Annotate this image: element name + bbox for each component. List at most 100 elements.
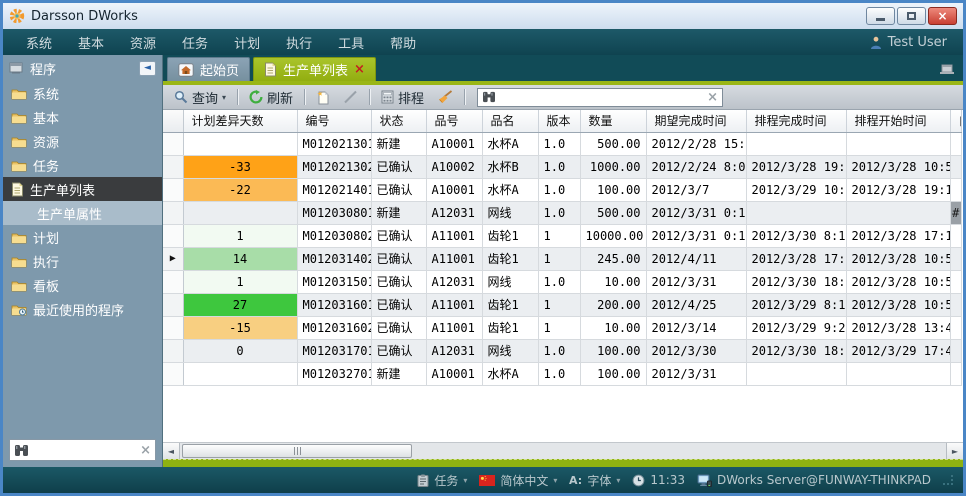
sidebar-item[interactable]: 生产单列表 [3,177,162,201]
menu-item[interactable]: 基本 [65,33,117,52]
menu-item[interactable]: 系统 [13,33,65,52]
tab-inactive[interactable]: 起始页 [167,57,250,81]
plan-diff-cell: -15 [183,316,297,339]
table-row[interactable]: ▶14M012031402已确认A11001齿轮11245.002012/4/1… [163,247,962,270]
column-header[interactable]: 状态 [371,110,426,132]
toolbar-search-input[interactable] [500,90,703,104]
table-cell: 2012/3/28 10:52 [846,270,950,293]
status-item[interactable]: 11:33 [632,473,685,487]
table-row[interactable]: -33M012021302已确认A10002水杯B1.01000.002012/… [163,155,962,178]
toolbar-separator [304,89,305,105]
toolbar-separator [464,89,465,105]
column-header[interactable]: 编号 [297,110,371,132]
table-cell: M012030802 [297,224,371,247]
column-header[interactable]: 数量 [580,110,646,132]
binoculars-icon [14,444,29,457]
new-record-button[interactable] [311,87,335,108]
sidebar-search-clear-icon[interactable]: × [140,443,151,458]
tab-active[interactable]: 生产单列表× [253,57,376,81]
document-icon [11,182,24,197]
table-cell: 2012/3/28 13:40 [846,316,950,339]
table-cell [846,132,950,155]
toolbar-search-clear-icon[interactable]: × [707,90,718,105]
column-header[interactable]: 版本 [538,110,580,132]
resize-grip-icon[interactable] [943,475,953,485]
column-header[interactable]: 自 [950,110,962,132]
scroll-left-icon[interactable]: ◄ [163,443,180,459]
table-row[interactable]: 0M012031701已确认A12031网线1.0100.002012/3/30… [163,339,962,362]
table-cell: 2012/3/28 10:52 [846,247,950,270]
table-row[interactable]: 1M012031501已确认A12031网线1.010.002012/3/312… [163,270,962,293]
query-button[interactable]: 查询 ▾ [169,87,231,108]
table-cell: 2012/2/28 15:00 [646,132,746,155]
sidebar-collapse-button[interactable]: ◄ [139,61,156,76]
sidebar-item[interactable]: 生产单属性 [3,201,162,225]
table-row[interactable]: M012030801新建A12031网线1.0500.002012/3/31 0… [163,201,962,224]
refresh-button[interactable]: 刷新 [244,87,298,108]
sidebar-item[interactable]: 基本 [3,105,162,129]
column-header[interactable]: 品号 [426,110,482,132]
menu-item[interactable]: 任务 [169,33,221,52]
table-row[interactable]: -15M012031602已确认A11001齿轮1110.002012/3/14… [163,316,962,339]
scrollbar-thumb[interactable] [182,444,412,458]
column-header[interactable]: 品名 [482,110,538,132]
menu-item[interactable]: 帮助 [377,33,429,52]
table-row[interactable]: M012021301新建A10001水杯A1.0500.002012/2/28 … [163,132,962,155]
table-cell: 100.00 [580,178,646,201]
overflow-cell [950,293,962,316]
sidebar-item[interactable]: 计划 [3,225,162,249]
toolbar-search-box[interactable]: × [477,88,723,107]
menu-item[interactable]: 计划 [221,33,273,52]
sidebar-item[interactable]: 执行 [3,249,162,273]
sidebar-header: 程序 ◄ [3,55,162,81]
sidebar-item[interactable]: 任务 [3,153,162,177]
table-cell: 网线 [482,201,538,224]
status-item[interactable]: A:字体▾ [569,472,620,489]
column-header[interactable]: 排程完成时间 [746,110,846,132]
sidebar-item[interactable]: 资源 [3,129,162,153]
sidebar-item[interactable]: 最近使用的程序 [3,297,162,321]
edit-record-button[interactable] [338,87,363,108]
schedule-button[interactable]: 排程 [376,87,429,108]
sidebar-search-box[interactable]: × [9,439,156,461]
table-cell: A10002 [426,155,482,178]
sidebar-item[interactable]: 看板 [3,273,162,297]
table-cell: 1.0 [538,201,580,224]
scroll-right-icon[interactable]: ► [946,443,963,459]
sidebar-item[interactable]: 系统 [3,81,162,105]
table-cell: 新建 [371,362,426,385]
status-item[interactable]: 任务▾ [417,472,467,489]
app-gear-icon [9,8,25,24]
toolbar-separator [369,89,370,105]
column-header[interactable]: 排程开始时间 [846,110,950,132]
table-cell: 1 [538,293,580,316]
table-row[interactable]: 27M012031601已确认A11001齿轮11200.002012/4/25… [163,293,962,316]
minimize-button[interactable] [866,7,895,25]
float-window-icon[interactable] [939,62,955,75]
clear-schedule-button[interactable] [432,87,458,108]
column-header[interactable]: 期望完成时间 [646,110,746,132]
font-icon: A: [569,474,582,486]
plan-diff-cell: 14 [183,247,297,270]
svg-text:A:: A: [569,474,582,486]
status-item[interactable]: 简体中文▾ [479,472,557,489]
user-area[interactable]: Test User [870,35,953,50]
menu-item[interactable]: 执行 [273,33,325,52]
table-cell: 1.0 [538,270,580,293]
table-row[interactable]: -22M012021401已确认A10001水杯A1.0100.002012/3… [163,178,962,201]
row-header-cell [163,316,183,339]
column-header[interactable]: 计划差异天数 [183,110,297,132]
status-item[interactable]: DWorks Server@FUNWAY-THINKPAD [697,473,931,487]
sidebar-search-input[interactable] [33,443,136,457]
table-row[interactable]: 1M012030802已确认A11001齿轮1110000.002012/3/3… [163,224,962,247]
maximize-button[interactable] [897,7,926,25]
close-button[interactable]: × [928,7,957,25]
table-cell: 2012/2/24 8:00 [646,155,746,178]
horizontal-scrollbar[interactable]: ◄ ► [163,442,963,459]
table-row[interactable]: M012032701新建A10001水杯A1.0100.002012/3/31 [163,362,962,385]
menu-item[interactable]: 资源 [117,33,169,52]
tab-close-icon[interactable]: × [354,63,365,76]
status-item-label: 简体中文 [500,472,548,489]
table-cell: A10001 [426,132,482,155]
menu-item[interactable]: 工具 [325,33,377,52]
